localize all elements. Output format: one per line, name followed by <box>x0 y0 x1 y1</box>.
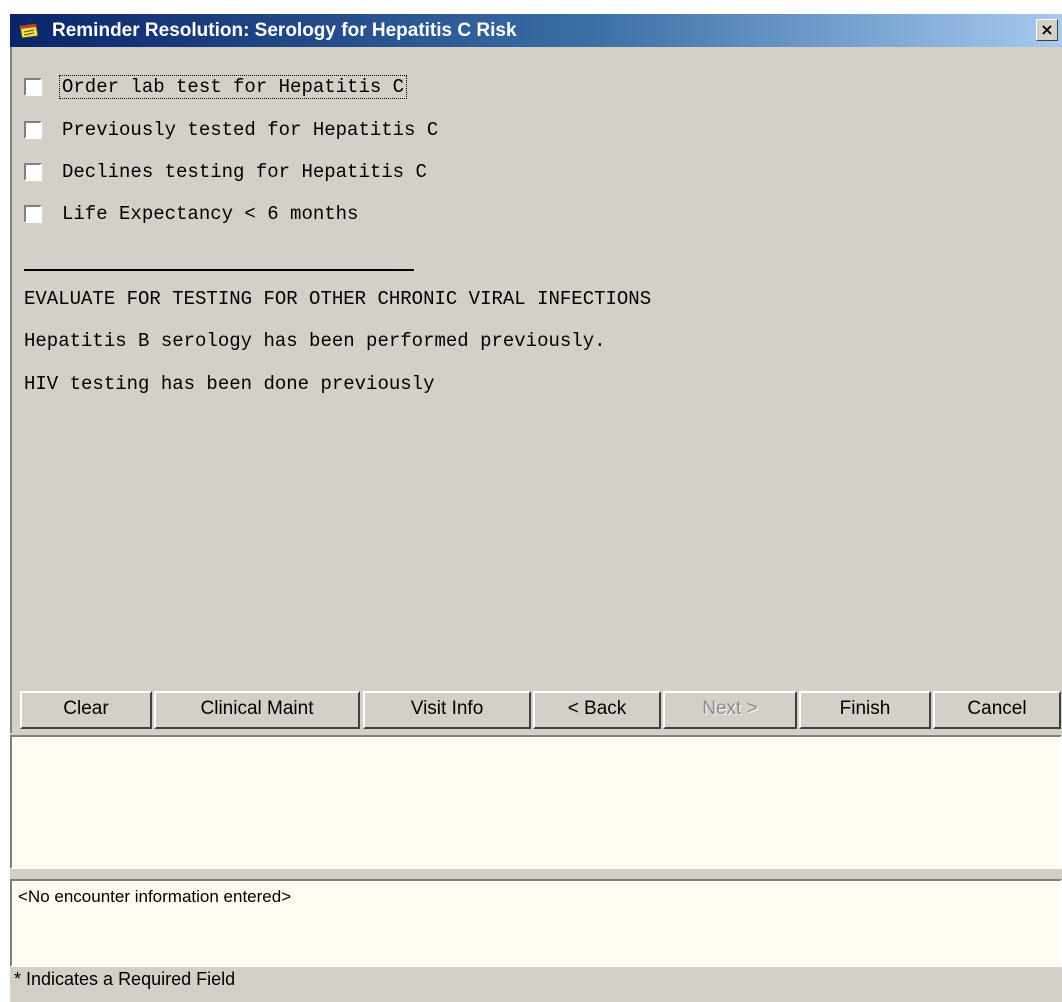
text-preview-panel[interactable] <box>10 735 1062 869</box>
checkbox-box[interactable] <box>24 121 42 139</box>
encounter-info-text: <No encounter information entered> <box>18 887 292 906</box>
checkbox-label[interactable]: Order lab test for Hepatitis C <box>58 75 408 99</box>
checkbox-box[interactable] <box>24 163 42 181</box>
close-button[interactable]: × <box>1036 19 1058 41</box>
next-button[interactable]: Next > <box>663 691 797 729</box>
clear-button[interactable]: Clear <box>20 691 152 729</box>
clinical-maint-button[interactable]: Clinical Maint <box>154 691 360 729</box>
finish-button[interactable]: Finish <box>799 691 931 729</box>
checkbox-box[interactable] <box>24 78 42 96</box>
window-title: Reminder Resolution: Serology for Hepati… <box>52 20 517 41</box>
checkbox-label[interactable]: Life Expectancy < 6 months <box>60 203 360 225</box>
cancel-button[interactable]: Cancel <box>933 691 1061 729</box>
checkbox-box[interactable] <box>24 205 42 223</box>
reminder-notepad-icon <box>16 20 40 40</box>
section-divider <box>24 269 414 271</box>
reminder-content-panel: Order lab test for Hepatitis C Previousl… <box>10 47 1062 689</box>
close-icon: × <box>1040 20 1054 39</box>
info-line: HIV testing has been done previously <box>24 373 435 395</box>
title-bar[interactable]: Reminder Resolution: Serology for Hepati… <box>10 14 1062 47</box>
back-button[interactable]: < Back <box>533 691 661 729</box>
encounter-info-panel[interactable]: <No encounter information entered> <box>10 879 1062 967</box>
checkbox-label[interactable]: Declines testing for Hepatitis C <box>60 161 429 183</box>
info-line: Hepatitis B serology has been performed … <box>24 330 606 352</box>
reminder-resolution-window: Reminder Resolution: Serology for Hepati… <box>10 14 1062 1002</box>
checkbox-label[interactable]: Previously tested for Hepatitis C <box>60 119 440 141</box>
status-bar-text: * Indicates a Required Field <box>14 969 236 989</box>
button-bar: Clear Clinical Maint Visit Info < Back N… <box>10 689 1062 733</box>
info-heading: EVALUATE FOR TESTING FOR OTHER CHRONIC V… <box>24 288 652 310</box>
visit-info-button[interactable]: Visit Info <box>363 691 531 729</box>
